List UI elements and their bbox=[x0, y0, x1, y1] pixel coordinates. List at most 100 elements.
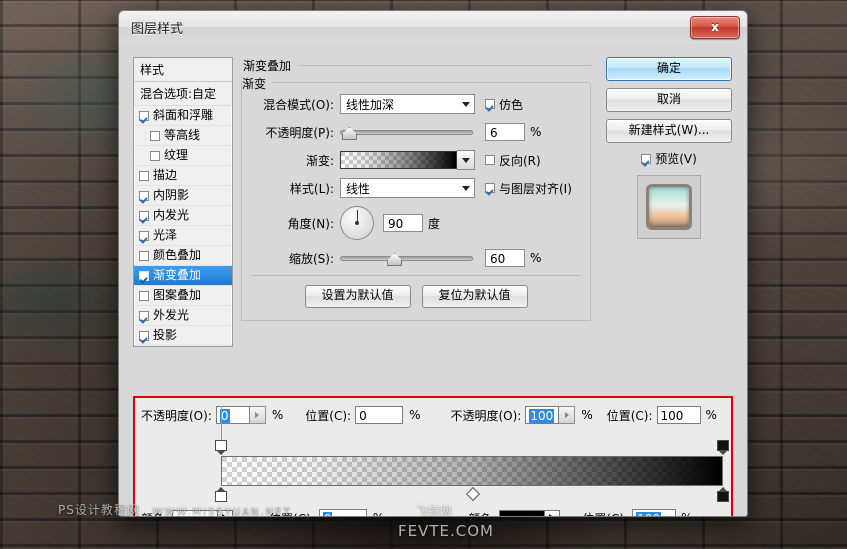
dither-label: 仿色 bbox=[499, 97, 524, 112]
chevron-down-icon bbox=[462, 186, 470, 191]
slider-thumb[interactable] bbox=[341, 127, 357, 140]
chevron-right-icon bbox=[564, 412, 569, 418]
opacity-slider[interactable] bbox=[340, 124, 473, 140]
sidebar-item-4[interactable]: 内阴影 bbox=[134, 186, 232, 206]
left-opacity-spinner[interactable] bbox=[249, 406, 266, 424]
gradient-bar[interactable] bbox=[221, 456, 723, 486]
sidebar-item-label: 内发光 bbox=[153, 208, 190, 222]
left-color-location-input[interactable]: 0 bbox=[318, 509, 367, 516]
checkbox-icon[interactable] bbox=[139, 110, 149, 121]
dial-hub-icon bbox=[355, 221, 359, 225]
angle-input[interactable]: 90 bbox=[383, 214, 423, 232]
checkbox-icon[interactable] bbox=[139, 270, 149, 281]
color-stop-right[interactable] bbox=[717, 486, 729, 502]
checkbox-icon[interactable] bbox=[139, 330, 149, 341]
sidebar-item-1[interactable]: 等高线 bbox=[134, 126, 232, 146]
reverse-checkbox[interactable]: 反向(R) bbox=[485, 152, 541, 169]
align-with-layer-checkbox[interactable]: 与图层对齐(I) bbox=[485, 180, 572, 197]
gradient-midpoint-marker[interactable] bbox=[465, 486, 481, 502]
checkbox-icon[interactable] bbox=[150, 150, 160, 161]
gradient-label: 渐变: bbox=[305, 153, 334, 168]
right-opacity-spinner[interactable] bbox=[559, 406, 576, 424]
gradient-stops-editor: 不透明度(O): 0 % 位置(C): 0 % 不透明度(O): 100 % 位… bbox=[133, 396, 733, 516]
stop-values-row: 不透明度(O): 0 % 位置(C): 0 % 不透明度(O): 100 % 位… bbox=[141, 404, 731, 426]
checkbox-icon bbox=[485, 99, 495, 109]
ok-button[interactable]: 确定 bbox=[606, 57, 732, 81]
blend-mode-value: 线性加深 bbox=[346, 97, 395, 112]
slider-track bbox=[340, 130, 473, 135]
sidebar-item-11[interactable]: 投影 bbox=[134, 326, 232, 346]
checkbox-icon[interactable] bbox=[150, 130, 160, 141]
sidebar-item-3[interactable]: 描边 bbox=[134, 166, 232, 186]
right-color-dropdown[interactable] bbox=[545, 509, 561, 516]
slider-thumb[interactable] bbox=[387, 253, 403, 266]
dialog-title: 图层样式 bbox=[131, 22, 184, 37]
sidebar-item-5[interactable]: 内发光 bbox=[134, 206, 232, 226]
style-label: 样式(L): bbox=[289, 181, 334, 196]
sidebar-item-2[interactable]: 纹理 bbox=[134, 146, 232, 166]
angle-dial[interactable] bbox=[340, 206, 374, 240]
angle-unit: 度 bbox=[428, 216, 441, 231]
checkbox-icon[interactable] bbox=[139, 290, 149, 301]
gradient-bar-wrap bbox=[215, 440, 729, 502]
stop-pointer-icon bbox=[216, 450, 226, 455]
slider-track bbox=[340, 256, 473, 261]
dither-checkbox[interactable]: 仿色 bbox=[485, 96, 523, 113]
right-opacity-input[interactable]: 100 bbox=[525, 406, 560, 424]
scale-slider[interactable] bbox=[340, 250, 473, 266]
style-select[interactable]: 线性 bbox=[340, 178, 475, 198]
right-location-label: 位置(C): bbox=[606, 408, 653, 423]
scale-unit: % bbox=[530, 251, 542, 265]
gradient-row: 渐变: 反向(R) bbox=[252, 149, 580, 171]
left-location-input[interactable]: 0 bbox=[355, 406, 404, 424]
checkbox-icon[interactable] bbox=[139, 250, 149, 261]
sidebar-item-0[interactable]: 斜面和浮雕 bbox=[134, 106, 232, 126]
checkbox-icon[interactable] bbox=[139, 210, 149, 221]
new-style-button[interactable]: 新建样式(W)... bbox=[606, 119, 732, 143]
set-as-default-button[interactable]: 设置为默认值 bbox=[304, 285, 411, 308]
preview-checkbox[interactable]: 预览(V) bbox=[641, 150, 697, 167]
right-color-location-value: 100 bbox=[636, 512, 661, 516]
checkbox-icon bbox=[485, 183, 495, 193]
checkbox-icon[interactable] bbox=[139, 190, 149, 201]
right-location-input[interactable]: 100 bbox=[656, 406, 701, 424]
close-button[interactable]: x bbox=[690, 16, 740, 39]
reset-to-default-button[interactable]: 复位为默认值 bbox=[421, 285, 528, 308]
checkbox-icon[interactable] bbox=[139, 230, 149, 241]
sidebar-item-blending-options[interactable]: 混合选项:自定 bbox=[134, 82, 232, 106]
right-color-location-input[interactable]: 100 bbox=[632, 509, 677, 516]
sidebar-item-label: 描边 bbox=[153, 168, 178, 182]
checkbox-icon[interactable] bbox=[139, 310, 149, 321]
opacity-input[interactable]: 6 bbox=[485, 123, 525, 141]
panel-section-title: 渐变叠加 bbox=[243, 57, 591, 74]
scale-input[interactable]: 60 bbox=[485, 249, 525, 267]
dialog-titlebar[interactable]: 图层样式 x bbox=[119, 11, 747, 44]
left-color-location-unit: % bbox=[373, 511, 384, 516]
gradient-preview-swatch[interactable] bbox=[340, 151, 457, 169]
panel-divider bbox=[252, 275, 580, 276]
left-location-label: 位置(C): bbox=[305, 408, 352, 423]
sidebar-item-6[interactable]: 光泽 bbox=[134, 226, 232, 246]
cancel-button[interactable]: 取消 bbox=[606, 88, 732, 112]
sidebar-item-10[interactable]: 外发光 bbox=[134, 306, 232, 326]
stop-swatch bbox=[717, 491, 729, 502]
default-buttons-row: 设置为默认值 复位为默认值 bbox=[252, 285, 580, 308]
gradient-picker-button[interactable] bbox=[457, 150, 475, 170]
blend-mode-select[interactable]: 线性加深 bbox=[340, 94, 475, 114]
preview-row: 预览(V) bbox=[606, 150, 732, 167]
color-stop-left[interactable] bbox=[215, 486, 227, 502]
opacity-stop-left[interactable] bbox=[215, 440, 227, 456]
sidebar-item-7[interactable]: 颜色叠加 bbox=[134, 246, 232, 266]
checkbox-icon[interactable] bbox=[139, 170, 149, 181]
angle-row: 角度(N): 90 度 bbox=[252, 205, 580, 241]
stop-guide-line bbox=[221, 406, 222, 442]
sidebar-item-9[interactable]: 图案叠加 bbox=[134, 286, 232, 306]
sidebar-item-8[interactable]: 渐变叠加 bbox=[134, 266, 232, 286]
sidebar-item-label: 图案叠加 bbox=[153, 288, 202, 302]
preview-thumbnail-image bbox=[649, 187, 689, 227]
triangle-right-icon bbox=[549, 514, 556, 516]
right-color-swatch[interactable] bbox=[499, 509, 546, 516]
scale-row: 缩放(S): 60 % bbox=[252, 247, 580, 269]
sidebar-header: 样式 bbox=[134, 58, 232, 82]
opacity-stop-right[interactable] bbox=[717, 440, 729, 456]
